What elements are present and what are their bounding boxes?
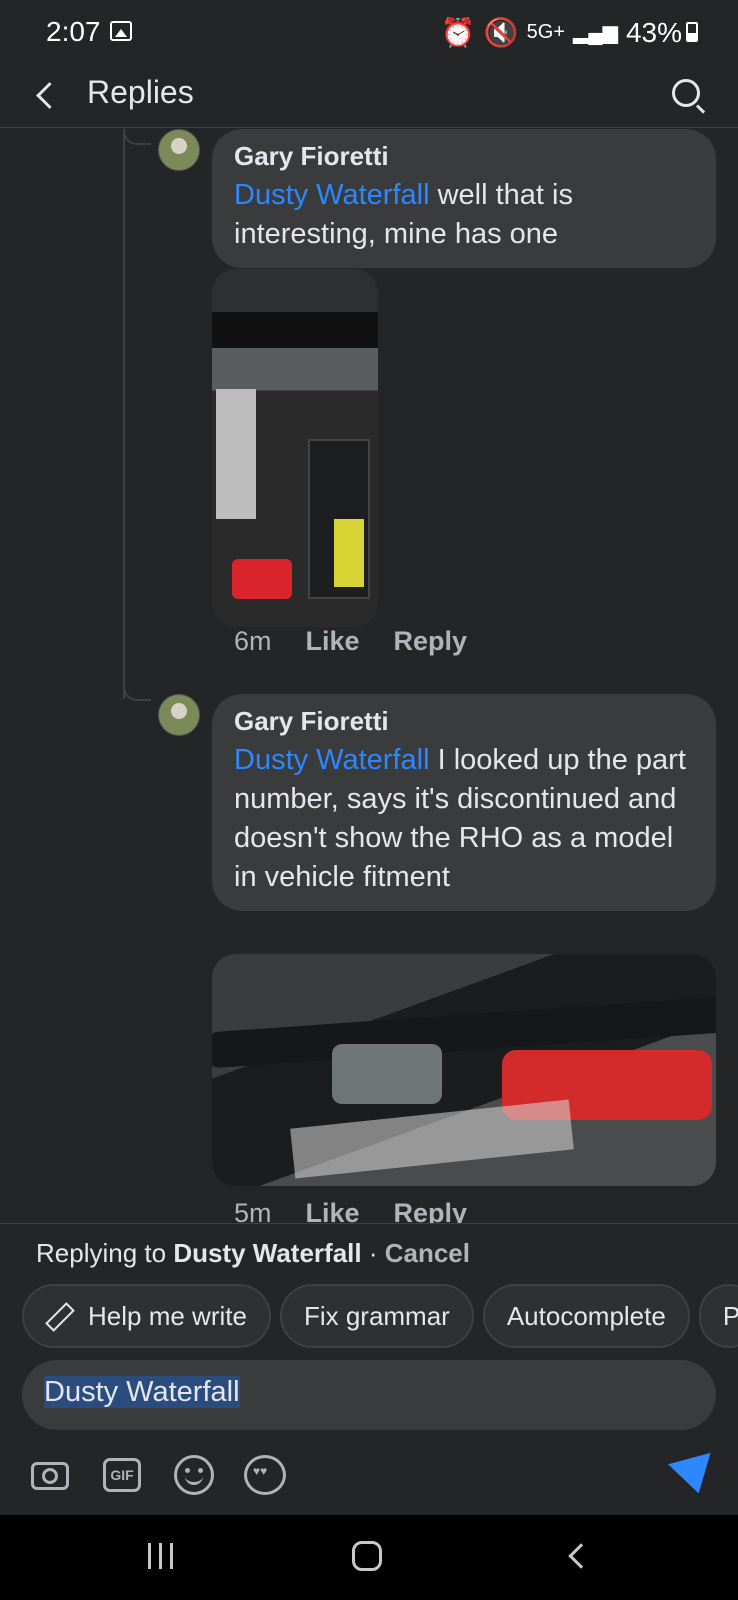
composer-toolbar: GIF — [30, 1452, 720, 1502]
app-header: Replies — [0, 64, 738, 128]
comment-input[interactable]: Dusty Waterfall — [22, 1360, 716, 1430]
mute-icon: 🔇 — [483, 17, 519, 48]
comment-bubble[interactable]: Gary Fioretti Dusty Waterfall well that … — [212, 129, 716, 268]
reply-composer: Replying to Dusty Waterfall · Cancel Hel… — [0, 1223, 738, 1515]
comment-photo[interactable] — [212, 269, 378, 627]
alarm-icon: ⏰ — [440, 17, 476, 48]
status-time: 2:07 — [46, 16, 101, 47]
battery-icon — [686, 22, 698, 42]
status-icons: ⏰ 🔇 5G+ ▂▄▆ 43% — [441, 16, 682, 49]
reply-button[interactable]: Reply — [394, 626, 468, 657]
chip-label: Fix grammar — [303, 1300, 450, 1331]
gallery-icon — [110, 21, 132, 41]
replying-prefix: Replying to — [36, 1238, 174, 1268]
thread-connector — [123, 129, 151, 145]
overflow-chip[interactable]: P — [698, 1284, 738, 1348]
signal-icon: ▂▄▆ — [573, 22, 618, 44]
thread-line — [123, 129, 125, 699]
reply-button[interactable]: Reply — [394, 1198, 468, 1223]
home-icon[interactable] — [352, 1541, 382, 1571]
chip-label: P — [723, 1301, 738, 1332]
pencil-sparkle-icon — [46, 1302, 74, 1330]
comment-photo[interactable] — [212, 954, 716, 1186]
gif-icon[interactable]: GIF — [102, 1454, 144, 1496]
cancel-button[interactable]: Cancel — [385, 1238, 470, 1268]
help-me-write-chip[interactable]: Help me write — [22, 1284, 271, 1348]
avatar-sticker-icon[interactable] — [244, 1454, 286, 1496]
comment-text: Dusty Waterfall well that is interesting… — [234, 176, 694, 254]
mention-link[interactable]: Dusty Waterfall — [234, 179, 430, 211]
system-nav-bar — [0, 1515, 738, 1600]
camera-icon[interactable] — [30, 1454, 72, 1496]
send-icon[interactable] — [668, 1452, 720, 1500]
like-button[interactable]: Like — [306, 626, 360, 657]
replying-name: Dusty Waterfall — [173, 1238, 362, 1268]
status-bar: 2:07 ⏰ 🔇 5G+ ▂▄▆ 43% — [0, 0, 738, 64]
replying-separator: · — [361, 1238, 385, 1268]
autocomplete-chip[interactable]: Autocomplete — [482, 1284, 690, 1348]
comment-author[interactable]: Gary Fioretti — [234, 141, 694, 172]
comment-input-value[interactable]: Dusty Waterfall — [44, 1376, 240, 1408]
thread-connector — [123, 679, 151, 701]
back-icon[interactable] — [28, 74, 68, 118]
search-icon[interactable] — [668, 75, 708, 115]
gif-label: GIF — [103, 1458, 141, 1492]
comment-actions: 5m Like Reply — [234, 1198, 467, 1223]
replying-to-bar: Replying to Dusty Waterfall · Cancel — [36, 1238, 470, 1269]
comment-actions: 6m Like Reply — [234, 626, 467, 657]
reply-thread[interactable]: Gary Fioretti Dusty Waterfall well that … — [0, 129, 738, 1223]
avatar[interactable] — [158, 694, 200, 736]
avatar[interactable] — [158, 129, 200, 171]
comment-time: 5m — [234, 1198, 272, 1223]
comment-bubble[interactable]: Gary Fioretti Dusty Waterfall I looked u… — [212, 694, 716, 911]
emoji-icon[interactable] — [174, 1454, 216, 1496]
page-title: Replies — [87, 74, 194, 110]
chip-label: Autocomplete — [506, 1300, 666, 1331]
network-label: 5G+ — [526, 21, 566, 43]
battery-label: 43% — [625, 16, 682, 48]
comment-text: Dusty Waterfall I looked up the part num… — [234, 741, 694, 897]
ai-suggestion-chips: Help me write Fix grammar Autocomplete P — [22, 1284, 738, 1348]
like-button[interactable]: Like — [306, 1198, 360, 1223]
back-nav-icon[interactable] — [566, 1543, 588, 1565]
chip-label: Help me write — [88, 1300, 247, 1331]
comment-author[interactable]: Gary Fioretti — [234, 706, 694, 737]
mention-link[interactable]: Dusty Waterfall — [234, 744, 430, 776]
recent-apps-icon[interactable] — [148, 1543, 174, 1569]
fix-grammar-chip[interactable]: Fix grammar — [279, 1284, 474, 1348]
comment-time: 6m — [234, 626, 272, 656]
